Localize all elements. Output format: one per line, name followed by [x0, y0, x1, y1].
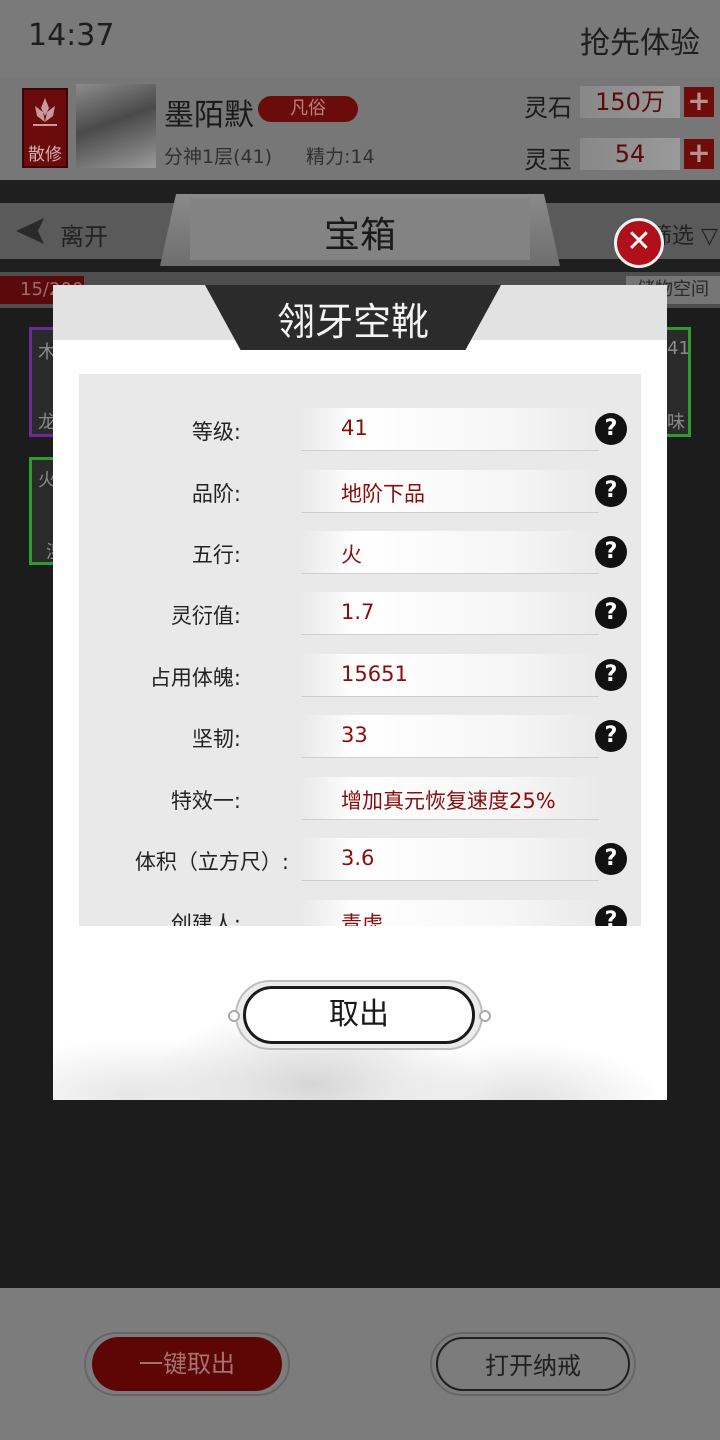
attribute-row: 坚韧: 33 ?: [79, 715, 641, 759]
question-icon[interactable]: ?: [595, 720, 627, 752]
question-icon[interactable]: ?: [595, 905, 627, 926]
attribute-value: 41: [341, 416, 368, 440]
clock: 14:37: [28, 18, 115, 53]
add-spirit-jade-button[interactable]: +: [684, 139, 714, 169]
spirit-stone-label: 灵石: [524, 94, 572, 122]
attribute-value: 33: [341, 723, 368, 747]
item-name: 味: [667, 412, 685, 433]
attribute-row: 特效一: 增加真元恢复速度25%: [79, 777, 641, 821]
player-name: 墨陌默: [164, 98, 254, 133]
attribute-label: 品阶:: [191, 482, 241, 506]
attribute-row: 五行: 火 ?: [79, 531, 641, 575]
page-title: 宝箱: [323, 215, 396, 256]
attribute-value: 增加真元恢复速度25%: [341, 789, 556, 813]
attribute-value: 地阶下品: [341, 482, 425, 506]
attribute-label: 创建人:: [170, 912, 241, 926]
attribute-label: 等级:: [191, 420, 241, 444]
question-icon[interactable]: ?: [595, 659, 627, 691]
question-icon[interactable]: ?: [595, 475, 627, 507]
attribute-value: 火: [341, 543, 362, 567]
back-arrow-icon[interactable]: [14, 216, 48, 246]
question-icon[interactable]: ?: [595, 843, 627, 875]
lotus-icon: [33, 98, 57, 126]
add-spirit-stone-button[interactable]: +: [684, 87, 714, 117]
attribute-row: 体积（立方尺）: 3.6 ?: [79, 838, 641, 882]
attribute-label: 五行:: [191, 543, 241, 567]
filter-icon: ▽: [701, 224, 718, 249]
item-detail-modal: 翎牙空靴 等级: 41 ? 品阶: 地阶下品 ? 五行: 火 ? 灵衍值: 1.…: [53, 285, 667, 1100]
attribute-value: 3.6: [341, 846, 375, 870]
spirit-jade-value: 54: [580, 138, 680, 170]
attribute-row: 等级: 41 ?: [79, 408, 641, 452]
frame-knob: [228, 1010, 240, 1022]
attribute-row: 灵衍值: 1.7 ?: [79, 592, 641, 636]
attribute-value: 1.7: [341, 600, 375, 624]
attribute-label: 体积（立方尺）:: [134, 850, 289, 874]
item-level: 41: [667, 338, 690, 359]
spirit-jade-label: 灵玉: [524, 146, 572, 174]
frame-knob: [479, 1010, 491, 1022]
take-all-button[interactable]: 一键取出: [92, 1337, 282, 1391]
attribute-label: 坚韧:: [191, 727, 241, 751]
close-icon[interactable]: ✕: [614, 218, 664, 268]
attribute-row: 品阶: 地阶下品 ?: [79, 470, 641, 514]
early-access-label: 抢先体验: [580, 26, 700, 61]
open-ring-button[interactable]: 打开纳戒: [436, 1337, 630, 1391]
realm-level: 分神1层(41): [164, 146, 273, 168]
attribute-row: 占用体魄: 15651 ?: [79, 654, 641, 698]
attribute-value: 15651: [341, 662, 408, 686]
spirit-stone-value: 150万: [580, 86, 680, 118]
attribute-label: 占用体魄:: [149, 666, 241, 690]
attribute-label: 特效一:: [170, 789, 241, 813]
attribute-value: 青虚: [341, 912, 383, 926]
question-icon[interactable]: ?: [595, 413, 627, 445]
attribute-row: 创建人: 青虚 ?: [79, 900, 641, 926]
energy-value: 精力:14: [306, 146, 375, 168]
modal-title: 翎牙空靴: [276, 300, 429, 344]
leave-button[interactable]: 离开: [60, 217, 108, 252]
attribute-label: 灵衍值:: [170, 604, 241, 628]
avatar[interactable]: [76, 84, 156, 168]
question-icon[interactable]: ?: [595, 536, 627, 568]
question-icon[interactable]: ?: [595, 597, 627, 629]
sect-badge[interactable]: 散修: [22, 88, 68, 168]
take-out-button[interactable]: 取出: [243, 986, 475, 1044]
attribute-panel[interactable]: 等级: 41 ? 品阶: 地阶下品 ? 五行: 火 ? 灵衍值: 1.7 ? 占…: [79, 374, 641, 926]
rank-badge: 凡俗: [258, 96, 358, 122]
sect-label: 散修: [28, 145, 62, 165]
